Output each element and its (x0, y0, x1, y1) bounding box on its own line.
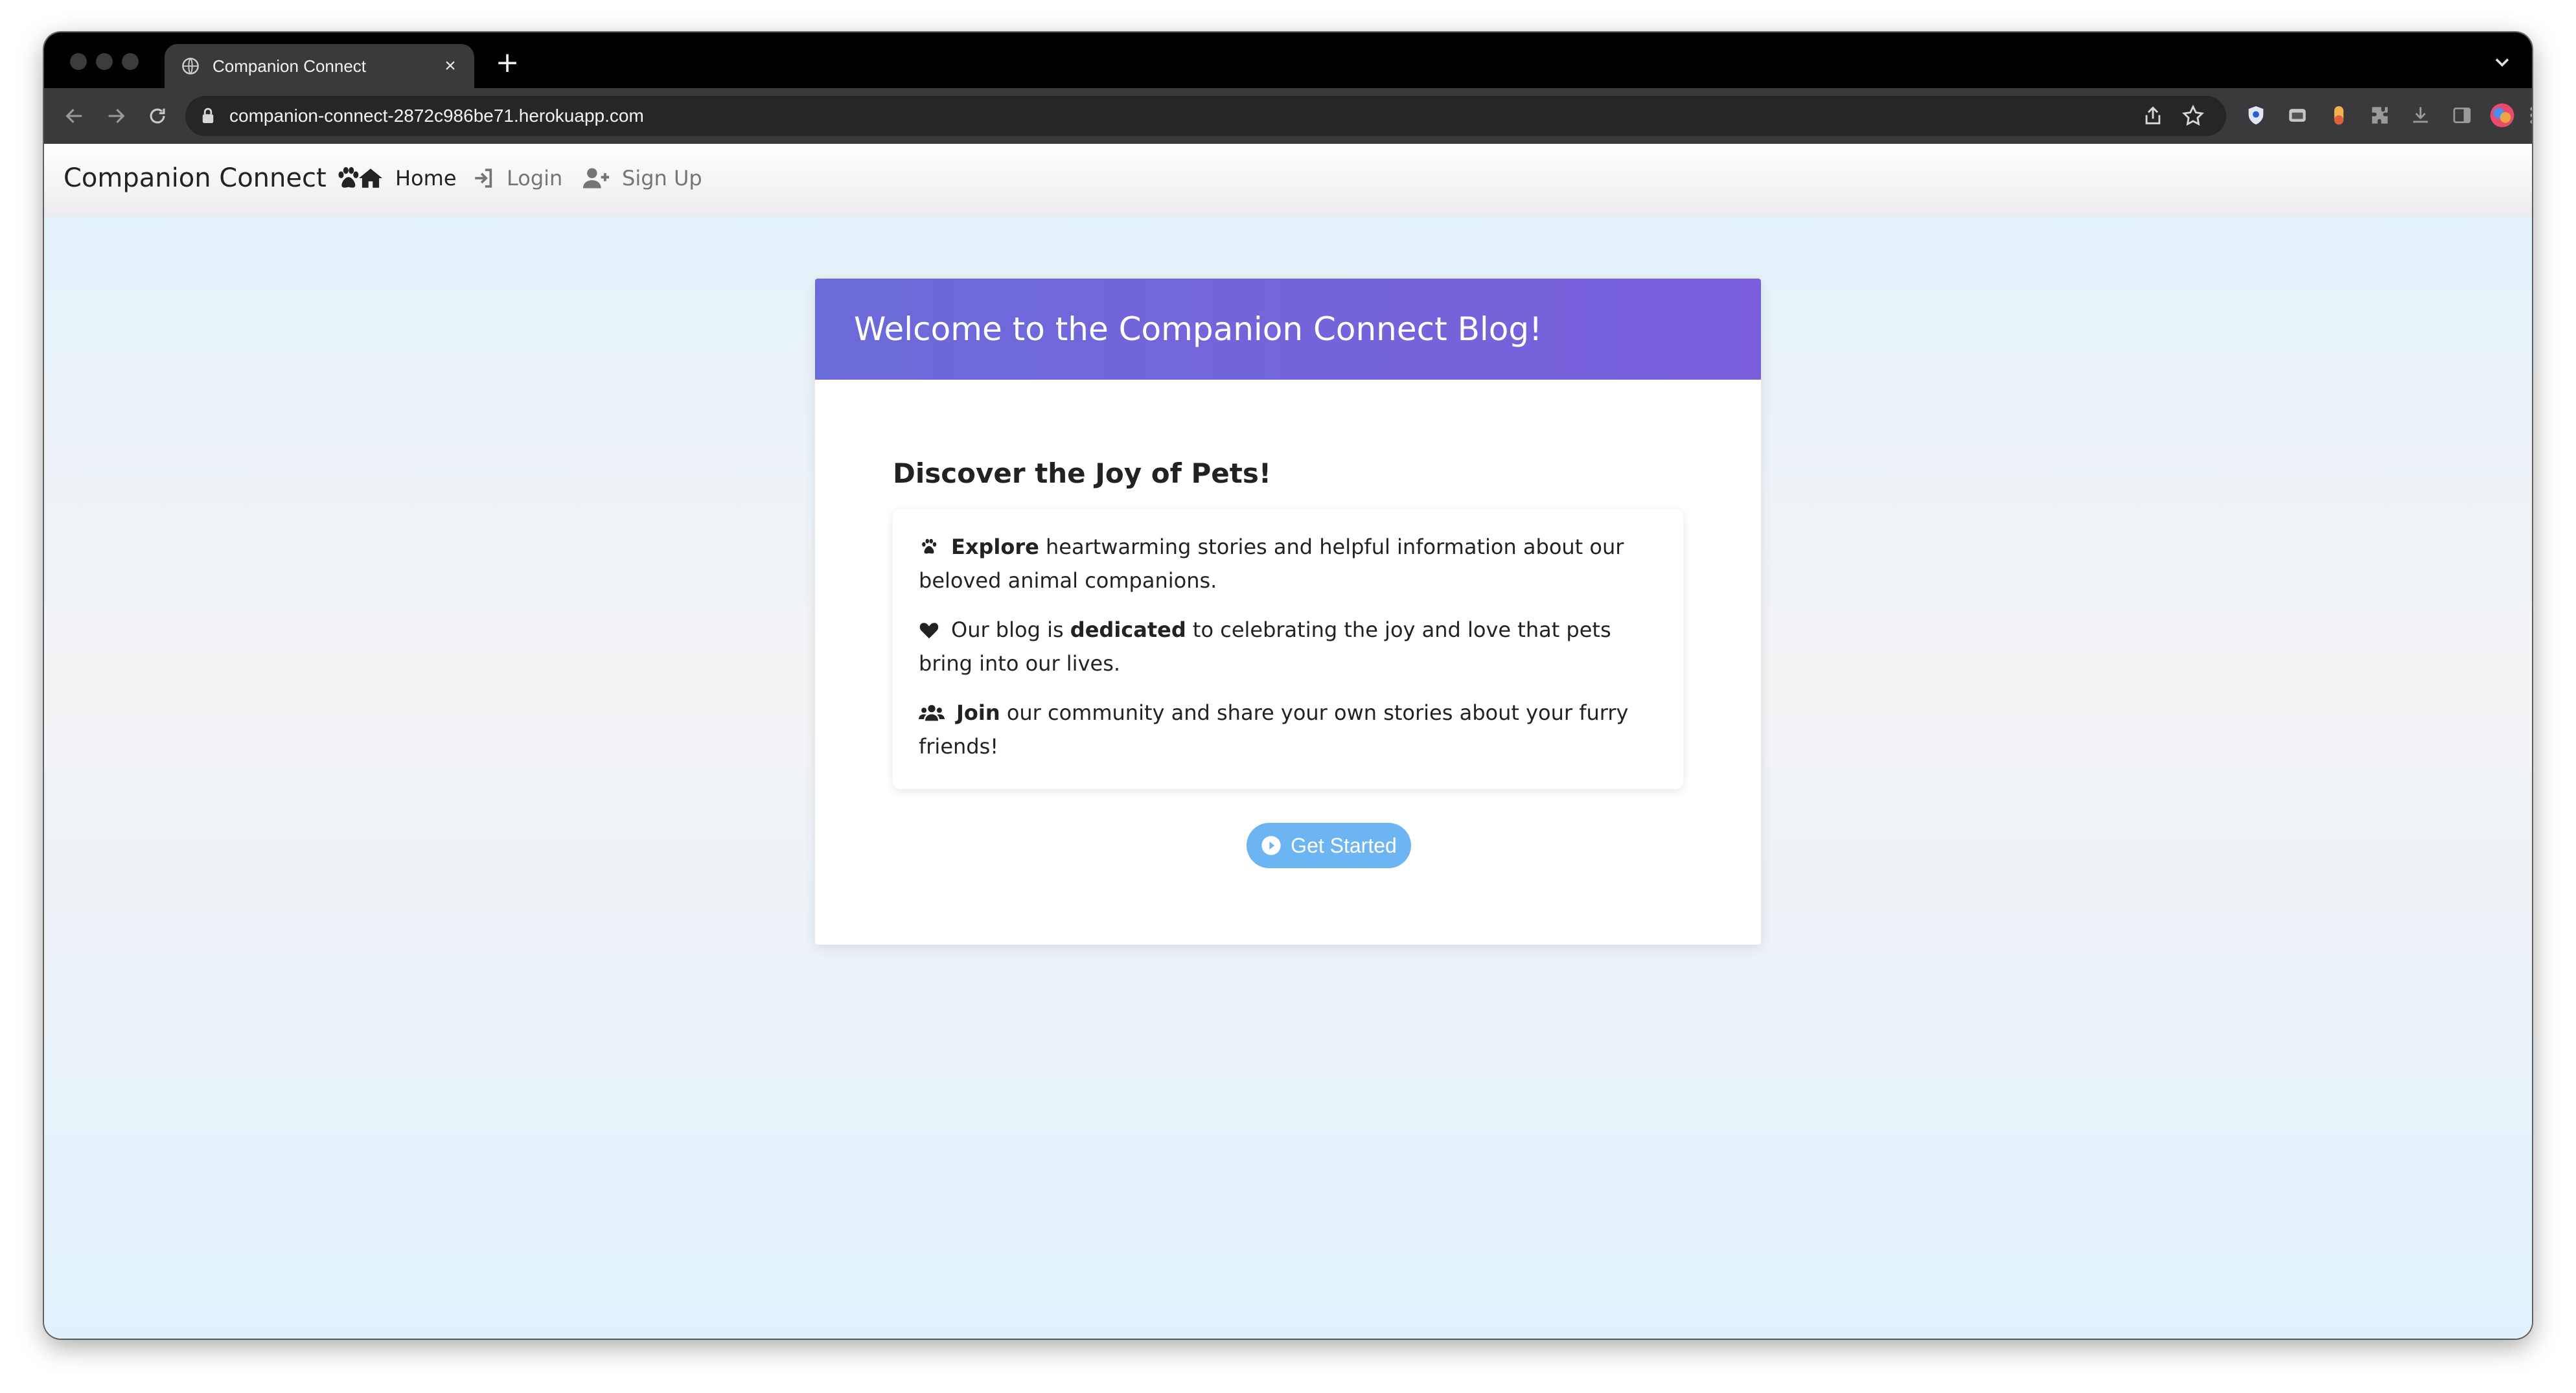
profile-avatar-icon[interactable] (2488, 101, 2516, 130)
info-item: Our blog is dedicated to celebrating the… (919, 614, 1657, 679)
bookmark-star-icon[interactable] (2181, 104, 2205, 131)
reload-icon[interactable] (144, 102, 171, 130)
welcome-card: Welcome to the Companion Connect Blog! D… (815, 279, 1761, 945)
paw-icon (919, 534, 939, 565)
window-close-button[interactable] (70, 53, 87, 70)
new-tab-button[interactable]: + (491, 47, 523, 79)
nav-home-label: Home (395, 166, 457, 190)
heart-icon (919, 617, 939, 648)
info-item: Explore heartwarming stories and helpful… (919, 531, 1657, 596)
side-panel-icon[interactable] (2448, 101, 2476, 130)
download-icon[interactable] (2406, 101, 2435, 130)
window-minimize-button[interactable] (96, 53, 113, 70)
info-text-bold: Join (956, 700, 1000, 725)
browser-toolbar: companion-connect-2872c986be71.herokuapp… (44, 88, 2532, 144)
users-icon (919, 700, 945, 731)
url-text[interactable]: companion-connect-2872c986be71.herokuapp… (229, 106, 644, 126)
nav-login-label: Login (507, 166, 563, 190)
share-icon[interactable] (2142, 105, 2164, 130)
card-header-title: Welcome to the Companion Connect Blog! (854, 310, 1543, 348)
site-brand-link[interactable]: Companion Connect (63, 163, 362, 193)
nav-signup-label: Sign Up (622, 166, 702, 190)
forward-arrow-icon[interactable] (102, 102, 130, 130)
brand-name: Companion Connect (63, 163, 327, 193)
info-item: Join our community and share your own st… (919, 697, 1657, 762)
info-text-bold: dedicated (1070, 617, 1186, 642)
globe-icon (181, 56, 201, 76)
nav-home-link[interactable]: Home (358, 166, 457, 190)
card-header: Welcome to the Companion Connect Blog! (815, 279, 1761, 380)
tab-title: Companion Connect (213, 56, 367, 76)
browser-tab[interactable]: Companion Connect × (165, 44, 474, 88)
nav-login-link[interactable]: Login (472, 166, 562, 190)
tab-strip: Companion Connect × + (44, 32, 2532, 88)
get-started-button[interactable]: Get Started (1247, 823, 1411, 868)
card-subtitle: Discover the Joy of Pets! (893, 457, 1272, 489)
tab-search-chevron-icon[interactable] (2490, 51, 2514, 74)
window-extension-icon[interactable] (2283, 101, 2312, 130)
address-bar[interactable]: companion-connect-2872c986be71.herokuapp… (185, 96, 2226, 136)
capsule-extension-icon[interactable] (2325, 101, 2353, 130)
browser-menu-icon[interactable] (2525, 101, 2532, 130)
window-zoom-button[interactable] (122, 53, 139, 70)
puzzle-extension-icon[interactable] (2366, 101, 2395, 130)
info-box: Explore heartwarming stories and helpful… (893, 509, 1683, 789)
play-circle-icon (1261, 836, 1281, 855)
browser-window: Companion Connect × + companion-connect-… (44, 32, 2532, 1339)
info-text-before: Our blog is (951, 617, 1070, 642)
home-icon (359, 168, 382, 188)
shield-extension-icon[interactable] (2242, 101, 2270, 130)
back-arrow-icon[interactable] (61, 102, 88, 130)
get-started-label: Get Started (1291, 833, 1397, 857)
site-navbar: Companion Connect Home Login Sign Up (44, 144, 2532, 216)
user-plus-icon (582, 168, 610, 189)
info-text-after: our community and share your own stories… (919, 700, 1629, 759)
info-text-bold: Explore (951, 535, 1039, 559)
tab-close-button[interactable]: × (441, 55, 460, 77)
sign-in-icon (475, 168, 492, 188)
lock-icon[interactable] (201, 106, 218, 126)
page-viewport: Companion Connect Home Login Sign Up Wel… (44, 144, 2532, 1339)
nav-signup-link[interactable]: Sign Up (582, 166, 702, 190)
